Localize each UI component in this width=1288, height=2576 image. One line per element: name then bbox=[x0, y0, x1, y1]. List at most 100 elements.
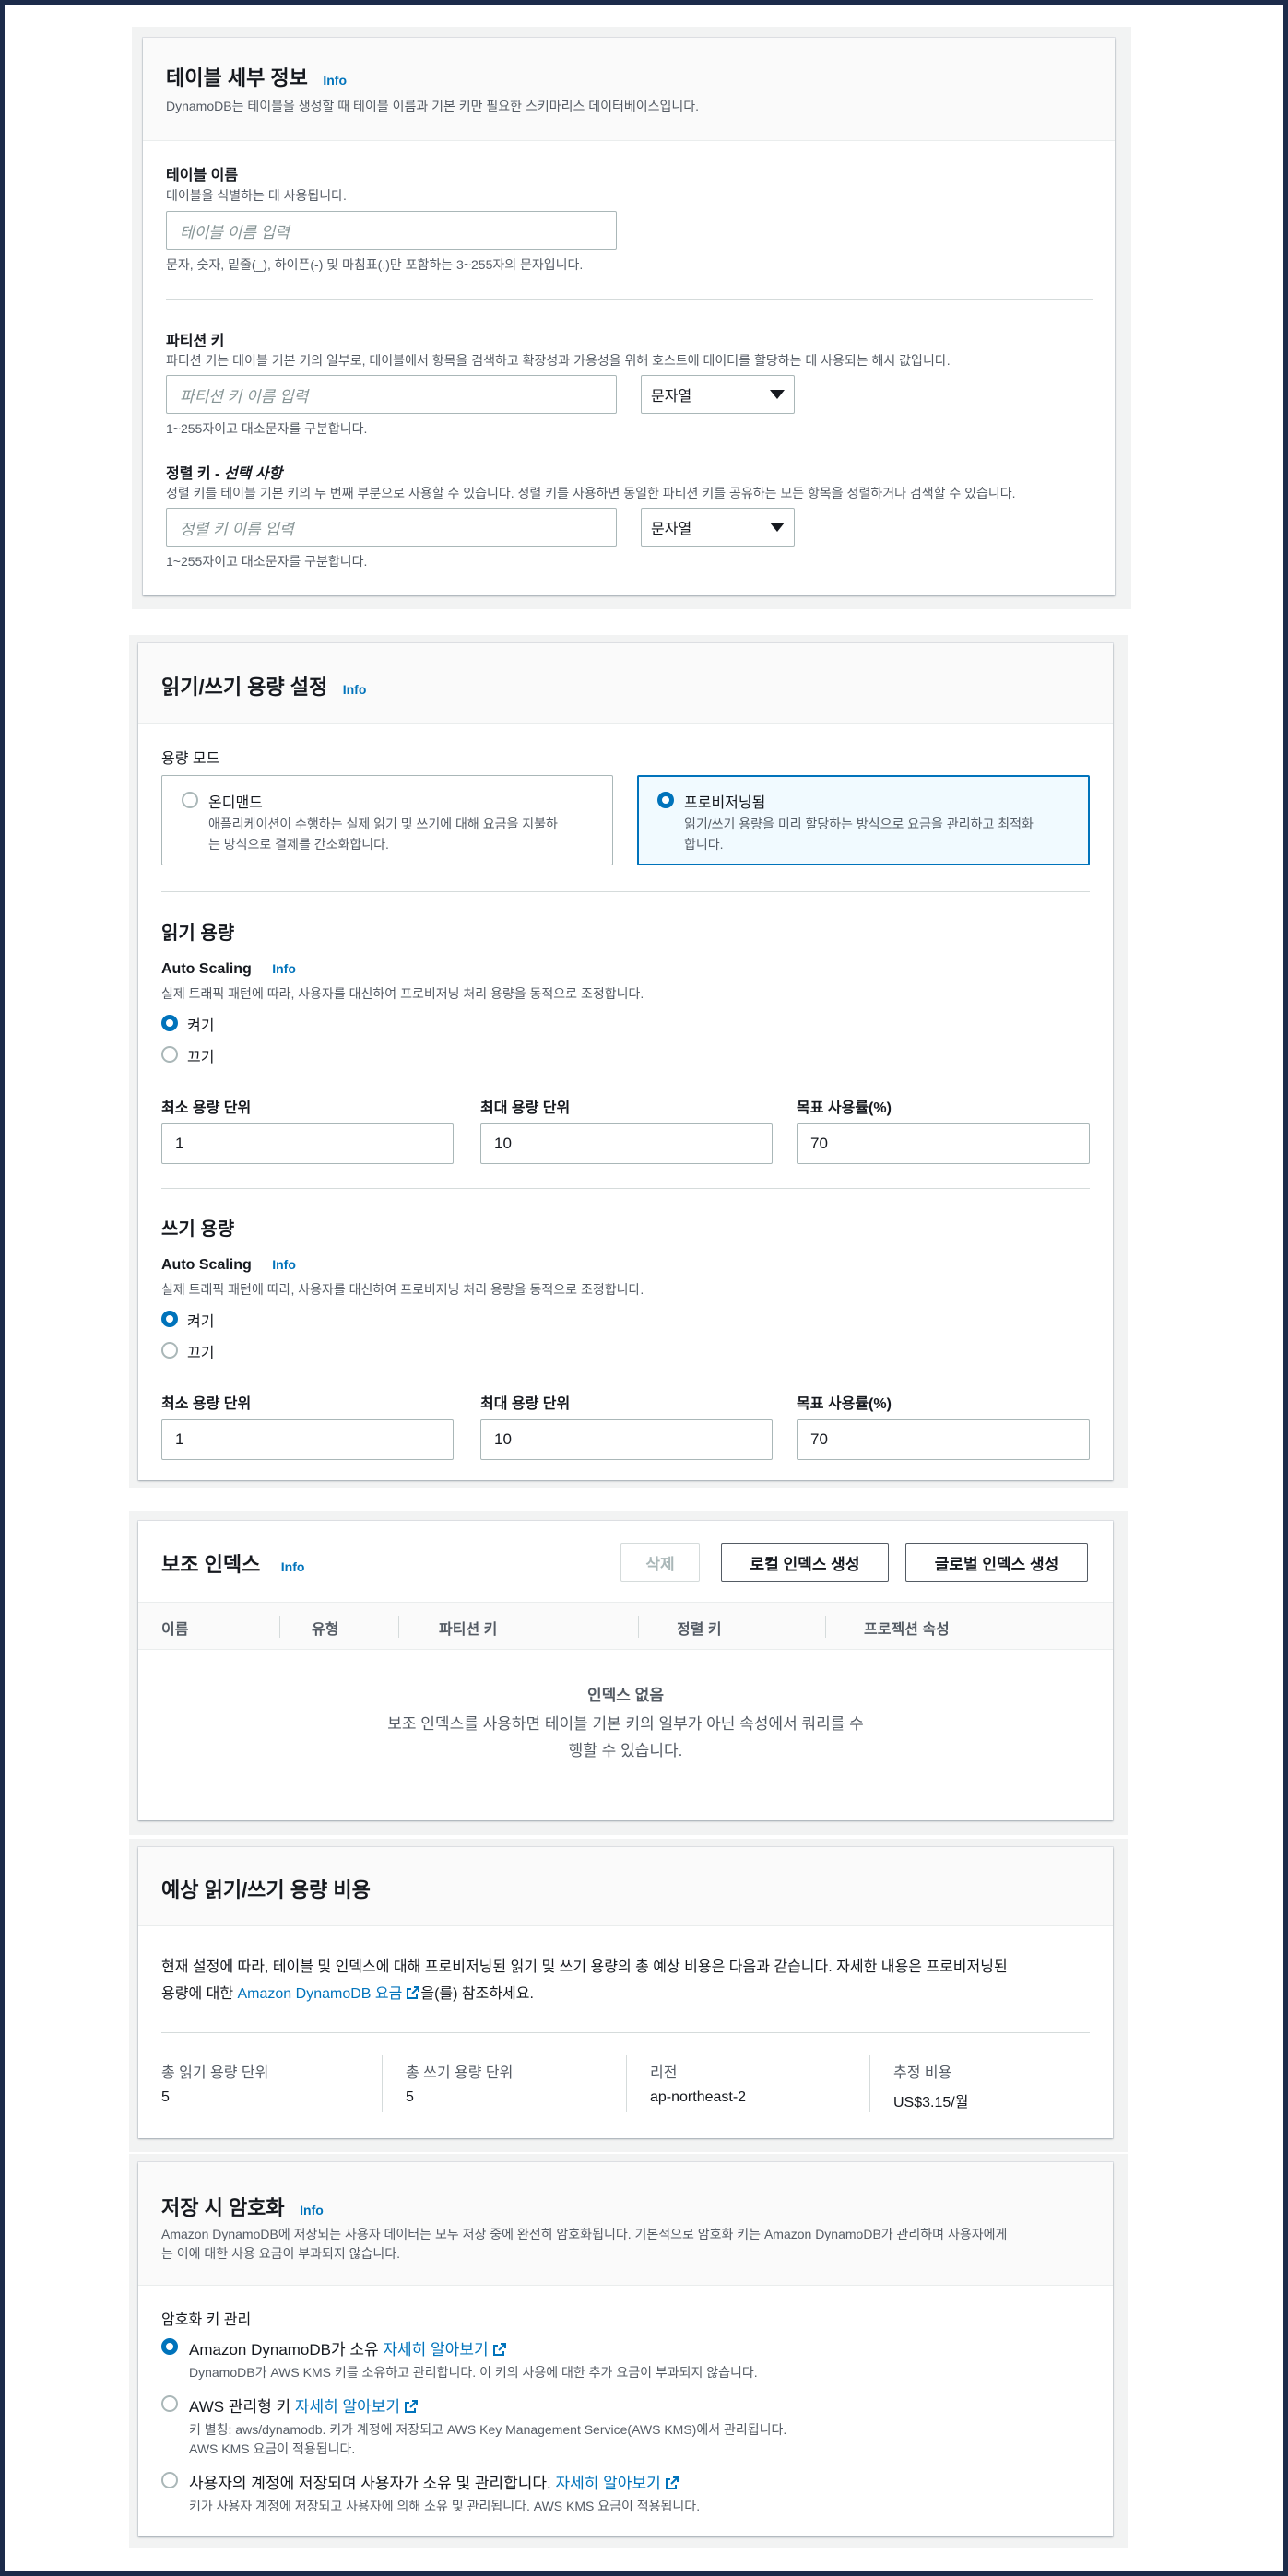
provisioned-description-1: 읽기/쓰기 용량을 미리 할당하는 방식으로 요금을 관리하고 최적화 bbox=[684, 817, 1034, 831]
sort-key-description: 정렬 키를 테이블 기본 키의 두 번째 부분으로 사용할 수 있습니다. 정렬… bbox=[166, 486, 1016, 500]
partition-key-input[interactable]: 파티션 키 이름 입력 bbox=[166, 375, 617, 414]
external-link-icon bbox=[405, 2400, 419, 2413]
encryption-customer-managed-radio[interactable] bbox=[161, 2472, 178, 2488]
write-target-label: 목표 사용률(%) bbox=[797, 1396, 892, 1412]
encryption-owned-description: DynamoDB가 AWS KMS 키를 소유하고 관리합니다. 이 키의 사용… bbox=[189, 2365, 758, 2380]
table-name-input[interactable]: 테이블 이름 입력 bbox=[166, 211, 617, 250]
cost-header: 예상 읽기/쓰기 용량 비용 bbox=[138, 1847, 1113, 1926]
provisioned-option[interactable]: 프로비저닝됨 읽기/쓰기 용량을 미리 할당하는 방식으로 요금을 관리하고 최… bbox=[637, 775, 1090, 865]
write-autoscaling-on-radio[interactable] bbox=[161, 1311, 178, 1327]
encryption-key-label: 암호화 키 관리 bbox=[161, 2312, 252, 2328]
region-label: 리전 bbox=[650, 2065, 678, 2081]
column-separator bbox=[398, 1616, 399, 1638]
table-details-header: 테이블 세부 정보 Info DynamoDB는 테이블을 생성할 때 테이블 … bbox=[143, 38, 1115, 141]
read-autoscaling-description: 실제 트래픽 패턴에 따라, 사용자를 대신하여 프로비저닝 처리 용량을 동적… bbox=[161, 986, 644, 1001]
column-header-partition-key[interactable]: 파티션 키 bbox=[439, 1617, 497, 1639]
column-header-projection[interactable]: 프로젝션 속성 bbox=[864, 1617, 950, 1639]
read-autoscaling-label: Auto Scaling bbox=[161, 961, 252, 977]
cost-divider bbox=[161, 2032, 1090, 2033]
read-autoscaling-on-radio[interactable] bbox=[161, 1015, 178, 1031]
partition-key-label: 파티션 키 bbox=[166, 334, 225, 349]
indexes-empty-description-1: 보조 인덱스를 사용하면 테이블 기본 키의 일부가 아닌 속성에서 쿼리를 수 bbox=[387, 1715, 864, 1733]
partition-key-type-select[interactable]: 문자열 bbox=[641, 375, 795, 414]
column-header-name[interactable]: 이름 bbox=[161, 1617, 188, 1639]
write-max-label: 최대 용량 단위 bbox=[480, 1396, 571, 1412]
caret-down-icon bbox=[770, 390, 785, 399]
create-global-index-button[interactable]: 글로벌 인덱스 생성 bbox=[905, 1543, 1088, 1582]
read-target-input[interactable]: 70 bbox=[797, 1123, 1090, 1164]
table-details-info-link[interactable]: Info bbox=[323, 73, 347, 88]
total-read-units-label: 총 읽기 용량 단위 bbox=[161, 2065, 269, 2081]
encryption-owned-radio[interactable] bbox=[161, 2338, 178, 2355]
learn-more-link[interactable]: 자세히 알아보기 bbox=[556, 2475, 679, 2492]
sort-key-label: 정렬 키 - 선택 사항 bbox=[166, 466, 283, 482]
cost-column-separator bbox=[382, 2055, 383, 2112]
create-local-index-button[interactable]: 로컬 인덱스 생성 bbox=[721, 1543, 889, 1582]
dynamodb-pricing-link[interactable]: Amazon DynamoDB 요금 bbox=[238, 1986, 421, 2002]
on-demand-option[interactable]: 온디맨드 애플리케이션이 수행하는 실제 읽기 및 쓰기에 대해 요금을 지불하… bbox=[161, 775, 613, 865]
column-header-sort-key[interactable]: 정렬 키 bbox=[677, 1617, 722, 1639]
secondary-indexes-info-link[interactable]: Info bbox=[281, 1559, 305, 1574]
capacity-title: 읽기/쓰기 용량 설정 bbox=[161, 676, 328, 699]
on-demand-title: 온디맨드 bbox=[208, 795, 263, 811]
region-value: ap-northeast-2 bbox=[650, 2089, 747, 2105]
table-details-title: 테이블 세부 정보 bbox=[166, 66, 308, 89]
encryption-aws-managed-radio[interactable] bbox=[161, 2395, 178, 2412]
capacity-info-link[interactable]: Info bbox=[343, 682, 367, 697]
column-header-type[interactable]: 유형 bbox=[312, 1617, 338, 1639]
read-autoscaling-off-label: 끄기 bbox=[187, 1050, 215, 1065]
column-separator bbox=[638, 1616, 639, 1638]
external-link-icon bbox=[665, 2476, 679, 2489]
provisioned-title: 프로비저닝됨 bbox=[684, 795, 766, 811]
encryption-info-link[interactable]: Info bbox=[300, 2203, 324, 2217]
read-max-label: 최대 용량 단위 bbox=[480, 1100, 571, 1116]
cost-column-separator bbox=[869, 2055, 870, 2112]
delete-index-button[interactable]: 삭제 bbox=[620, 1543, 700, 1582]
read-min-input[interactable]: 1 bbox=[161, 1123, 454, 1164]
cost-panel: 예상 읽기/쓰기 용량 비용 현재 설정에 따라, 테이블 및 인덱스에 대해 … bbox=[138, 1847, 1113, 2138]
external-link-icon bbox=[407, 1986, 420, 1999]
write-autoscaling-info-link[interactable]: Info bbox=[272, 1257, 296, 1272]
total-write-units-label: 총 쓰기 용량 단위 bbox=[406, 2065, 514, 2081]
secondary-indexes-title: 보조 인덱스 bbox=[161, 1553, 261, 1576]
on-demand-description-2: 는 방식으로 결제를 간소화합니다. bbox=[208, 837, 389, 852]
partition-key-type-value: 문자열 bbox=[651, 389, 692, 405]
partition-key-hint: 1~255자이고 대소문자를 구분합니다. bbox=[166, 421, 368, 436]
encryption-customer-managed-description: 키가 사용자 계정에 저장되고 사용자에 의해 소유 및 관리됩니다. AWS … bbox=[189, 2499, 701, 2513]
learn-more-link[interactable]: 자세히 알아보기 bbox=[295, 2398, 419, 2416]
total-read-units-value: 5 bbox=[161, 2089, 170, 2105]
table-name-label: 테이블 이름 bbox=[166, 168, 239, 183]
sort-key-type-value: 문자열 bbox=[651, 522, 692, 537]
table-details-description: DynamoDB는 테이블을 생성할 때 테이블 이름과 기본 키만 필요한 스… bbox=[166, 99, 700, 113]
read-max-input[interactable]: 10 bbox=[480, 1123, 773, 1164]
encryption-aws-managed-title: AWS 관리형 키 자세히 알아보기 bbox=[189, 2394, 419, 2417]
learn-more-link[interactable]: 자세히 알아보기 bbox=[383, 2341, 506, 2358]
encryption-panel: 저장 시 암호화 Info Amazon DynamoDB에 저장되는 사용자 … bbox=[138, 2162, 1113, 2536]
encryption-title: 저장 시 암호화 bbox=[161, 2196, 285, 2219]
on-demand-radio[interactable] bbox=[182, 792, 198, 808]
write-capacity-title: 쓰기 용량 bbox=[161, 1219, 235, 1240]
encryption-description-2: 는 이에 대한 사용 요금이 부과되지 않습니다. bbox=[161, 2246, 401, 2261]
read-min-label: 최소 용량 단위 bbox=[161, 1100, 252, 1116]
on-demand-description-1: 애플리케이션이 수행하는 실제 읽기 및 쓰기에 대해 요금을 지불하 bbox=[208, 817, 558, 831]
sort-key-input[interactable]: 정렬 키 이름 입력 bbox=[166, 508, 617, 547]
write-min-input[interactable]: 1 bbox=[161, 1419, 454, 1460]
read-capacity-title: 읽기 용량 bbox=[161, 923, 235, 944]
read-target-label: 목표 사용률(%) bbox=[797, 1100, 892, 1116]
write-max-input[interactable]: 10 bbox=[480, 1419, 773, 1460]
capacity-panel: 읽기/쓰기 용량 설정 Info 용량 모드 온디맨드 애플리케이션이 수행하는… bbox=[138, 643, 1113, 1480]
write-autoscaling-off-radio[interactable] bbox=[161, 1342, 178, 1359]
table-name-hint: 문자, 숫자, 밑줄(_), 하이픈(-) 및 마침표(.)만 포함하는 3~2… bbox=[166, 257, 584, 272]
write-autoscaling-off-label: 끄기 bbox=[187, 1346, 215, 1361]
indexes-empty-title: 인덱스 없음 bbox=[587, 1687, 664, 1704]
sort-key-hint: 1~255자이고 대소문자를 구분합니다. bbox=[166, 554, 368, 569]
read-autoscaling-info-link[interactable]: Info bbox=[272, 961, 296, 976]
provisioned-radio[interactable] bbox=[657, 792, 674, 808]
sort-key-type-select[interactable]: 문자열 bbox=[641, 508, 795, 547]
estimated-cost-label: 추정 비용 bbox=[893, 2065, 952, 2081]
write-target-input[interactable]: 70 bbox=[797, 1419, 1090, 1460]
capacity-header: 읽기/쓰기 용량 설정 Info bbox=[138, 643, 1113, 724]
column-separator bbox=[825, 1616, 826, 1638]
cost-text-1: 현재 설정에 따라, 테이블 및 인덱스에 대해 프로비저닝된 읽기 및 쓰기 … bbox=[161, 1959, 1008, 1975]
read-autoscaling-off-radio[interactable] bbox=[161, 1046, 178, 1063]
